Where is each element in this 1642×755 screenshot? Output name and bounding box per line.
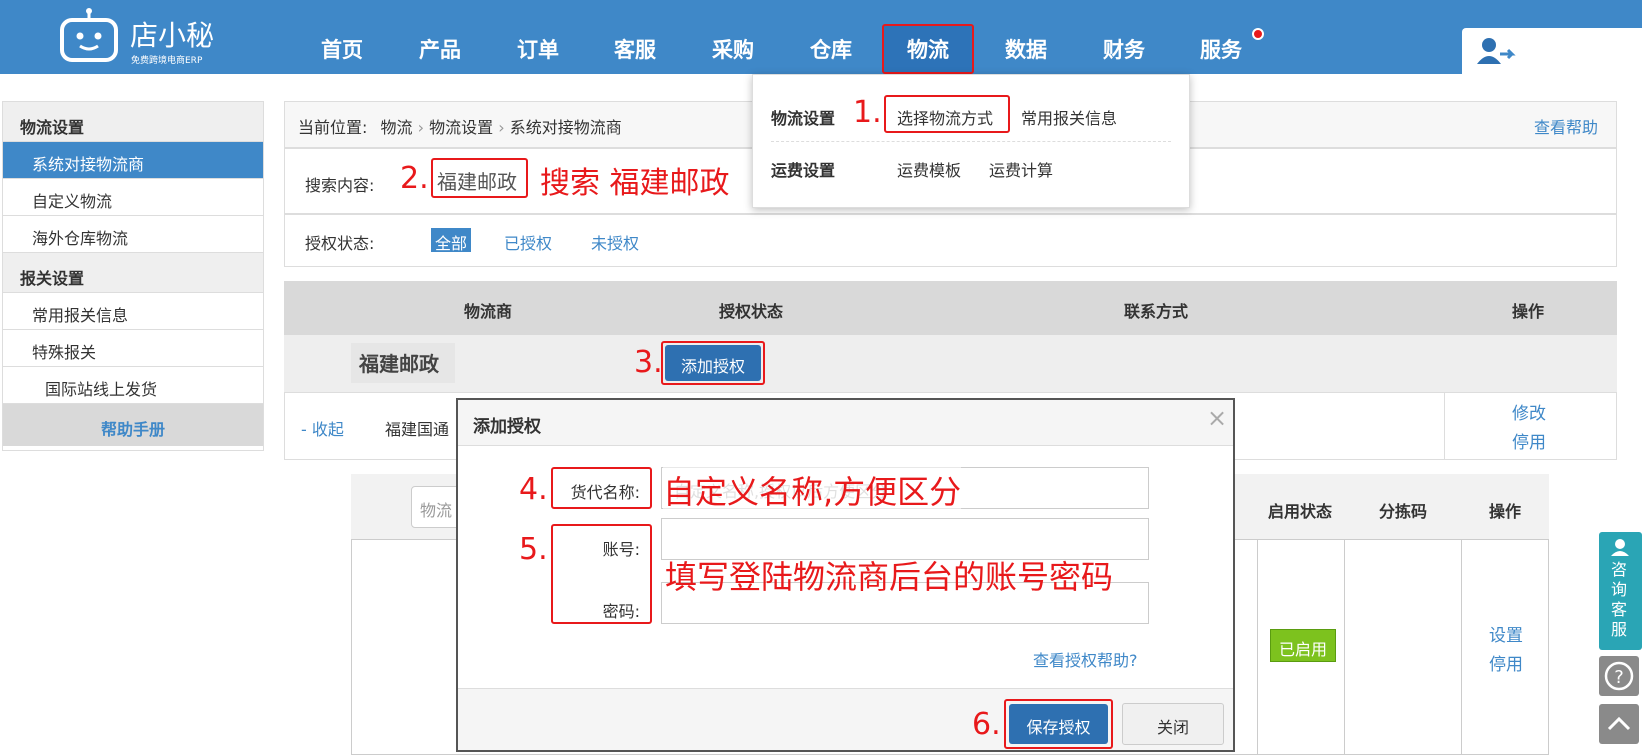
sub-disable-link[interactable]: 停用 bbox=[1489, 650, 1523, 675]
disable-link[interactable]: 停用 bbox=[1512, 428, 1546, 453]
auth-filter-panel bbox=[284, 214, 1617, 267]
account-label: 账号: bbox=[602, 540, 640, 559]
breadcrumb-part: 系统对接物流商 bbox=[509, 118, 622, 137]
breadcrumb-part[interactable]: 物流 bbox=[381, 118, 413, 137]
sidebar-section-customs: 报关设置 bbox=[3, 253, 263, 293]
nav-data[interactable]: 数据 bbox=[986, 34, 1066, 66]
auth-help-link[interactable]: 查看授权帮助? bbox=[1033, 647, 1138, 671]
col-actions: 操作 bbox=[1512, 302, 1545, 321]
row2-carrier-name: 福建国通 bbox=[385, 420, 450, 439]
logo-subtitle: 免费跨境电商ERP bbox=[131, 56, 203, 66]
col-sort-code: 分拣码 bbox=[1379, 502, 1428, 521]
consult-label: 咨询客服 bbox=[1611, 560, 1628, 639]
col-carrier: 物流商 bbox=[464, 302, 513, 321]
password-label: 密码: bbox=[602, 602, 640, 621]
modal-header bbox=[458, 400, 1233, 446]
headset-icon bbox=[1610, 538, 1630, 560]
col-contact: 联系方式 bbox=[1124, 302, 1189, 321]
user-menu[interactable] bbox=[1462, 28, 1642, 74]
nav-finance[interactable]: 财务 bbox=[1084, 34, 1164, 66]
step5-annotation: 填写登陆物流商后台的账号密码 bbox=[665, 558, 1114, 596]
sidebar-item-intl-shipping[interactable]: 国际站线上发货 bbox=[3, 367, 263, 404]
nav-orders[interactable]: 订单 bbox=[498, 34, 578, 66]
breadcrumb-part[interactable]: 物流设置 bbox=[429, 118, 493, 137]
edit-link[interactable]: 修改 bbox=[1512, 399, 1546, 424]
logo-title: 店小秘 bbox=[130, 19, 215, 52]
settings-link[interactable]: 设置 bbox=[1489, 621, 1523, 646]
filter-authorized[interactable]: 已授权 bbox=[504, 230, 552, 254]
add-auth-highlight: 添加授权 bbox=[661, 341, 765, 385]
add-auth-button[interactable]: 添加授权 bbox=[665, 345, 761, 381]
credentials-label-box: 账号: 密码: bbox=[551, 524, 652, 624]
step2-marker: 2. bbox=[400, 161, 429, 196]
breadcrumb-label: 当前位置: bbox=[298, 118, 368, 137]
logistics-dropdown: 物流设置 1. 选择物流方式 常用报关信息 运费设置 运费模板 运费计算 bbox=[752, 74, 1190, 208]
col-sub-actions: 操作 bbox=[1489, 502, 1522, 521]
nav-logistics[interactable]: 物流 bbox=[888, 34, 968, 66]
help-manual-button[interactable]: 帮助手册 bbox=[3, 404, 263, 446]
step4-marker: 4. bbox=[519, 472, 548, 507]
save-auth-highlight: 保存授权 bbox=[1004, 699, 1113, 749]
auth-filter-label: 授权状态: bbox=[305, 234, 375, 253]
status-badge: 已启用 bbox=[1270, 629, 1336, 662]
notification-dot bbox=[1252, 28, 1264, 40]
breadcrumb: 当前位置: 物流 › 物流设置 › 系统对接物流商 bbox=[298, 118, 622, 137]
freight-template-link[interactable]: 运费模板 bbox=[897, 157, 961, 181]
help-question-icon[interactable]: ? bbox=[1599, 656, 1639, 696]
step6-marker: 6. bbox=[972, 707, 1001, 742]
modal-footer bbox=[458, 688, 1233, 750]
filter-all[interactable]: 全部 bbox=[431, 228, 471, 253]
nav-customer-service[interactable]: 客服 bbox=[595, 34, 675, 66]
sidebar-item-system-carriers[interactable]: 系统对接物流商 bbox=[3, 142, 263, 179]
nav-home[interactable]: 首页 bbox=[302, 34, 382, 66]
svg-text:?: ? bbox=[1614, 667, 1624, 688]
col-auth-status: 授权状态 bbox=[719, 302, 784, 321]
save-auth-button[interactable]: 保存授权 bbox=[1009, 704, 1108, 744]
provider-name: 福建邮政 bbox=[351, 343, 455, 383]
view-help-link[interactable]: 查看帮助 bbox=[1534, 114, 1598, 138]
col-enable-status: 启用状态 bbox=[1268, 502, 1333, 521]
sidebar: 物流设置 系统对接物流商 自定义物流 海外仓库物流 报关设置 常用报关信息 特殊… bbox=[2, 101, 264, 451]
table-row bbox=[284, 335, 1617, 392]
nav-warehouse[interactable]: 仓库 bbox=[791, 34, 871, 66]
close-button[interactable]: 关闭 bbox=[1122, 703, 1224, 745]
step5-marker: 5. bbox=[519, 532, 548, 567]
customs-info-link[interactable]: 常用报关信息 bbox=[1021, 105, 1117, 129]
sidebar-item-overseas-warehouse[interactable]: 海外仓库物流 bbox=[3, 216, 263, 253]
close-icon[interactable]: × bbox=[1207, 404, 1227, 432]
freight-calc-link[interactable]: 运费计算 bbox=[989, 157, 1053, 181]
user-icon bbox=[1476, 36, 1516, 70]
search-input[interactable]: 福建邮政 bbox=[431, 158, 528, 198]
sidebar-item-special-customs[interactable]: 特殊报关 bbox=[3, 330, 263, 367]
sidebar-item-custom-logistics[interactable]: 自定义物流 bbox=[3, 179, 263, 216]
step4-annotation: 自定义名称,方便区分 bbox=[663, 467, 962, 513]
column-divider bbox=[1461, 540, 1462, 755]
sidebar-item-customs-info[interactable]: 常用报关信息 bbox=[3, 293, 263, 330]
filter-unauthorized[interactable]: 未授权 bbox=[591, 230, 639, 254]
step2-annotation: 搜索 福建邮政 bbox=[540, 166, 730, 201]
forwarder-name-label: 货代名称: bbox=[551, 467, 652, 509]
consult-service-button[interactable]: 咨询客服 bbox=[1599, 532, 1642, 650]
nav-service[interactable]: 服务 bbox=[1181, 34, 1261, 66]
sidebar-section-logistics: 物流设置 bbox=[3, 102, 263, 142]
dropdown-group-logistics: 物流设置 bbox=[771, 109, 836, 128]
nav-purchase[interactable]: 采购 bbox=[693, 34, 773, 66]
logo-robot-icon[interactable] bbox=[58, 8, 120, 63]
select-shipping-method-link[interactable]: 选择物流方式 bbox=[884, 95, 1010, 133]
dropdown-divider bbox=[771, 141, 1171, 142]
back-to-top-icon[interactable] bbox=[1599, 704, 1639, 744]
search-label: 搜索内容: bbox=[305, 176, 375, 195]
nav-products[interactable]: 产品 bbox=[400, 34, 480, 66]
dropdown-group-freight: 运费设置 bbox=[771, 161, 836, 180]
step3-marker: 3. bbox=[634, 345, 663, 380]
step1-marker: 1. bbox=[853, 95, 882, 130]
collapse-link[interactable]: - 收起 bbox=[301, 416, 344, 440]
modal-title: 添加授权 bbox=[473, 417, 541, 437]
